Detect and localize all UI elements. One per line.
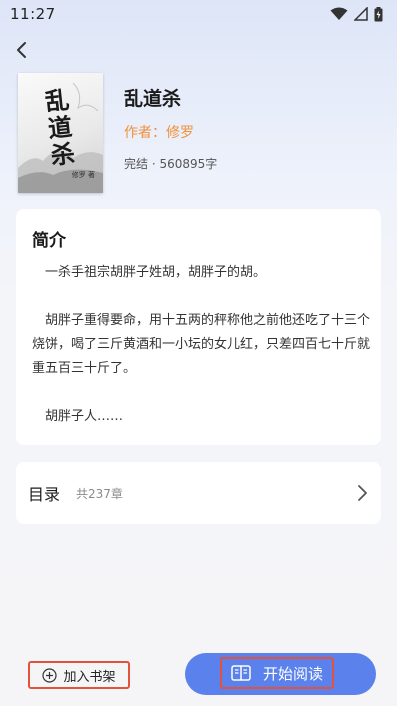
signal-icon: [354, 7, 368, 21]
status-time: 11:27: [10, 5, 56, 23]
plus-circle-icon: [42, 667, 58, 683]
intro-paragraph: 胡胖子人……: [45, 409, 124, 424]
wifi-icon: [330, 7, 348, 20]
add-to-shelf-label: 加入书架: [63, 669, 116, 685]
book-meta: 完结 · 560895字: [124, 157, 218, 171]
book-cover: 乱道杀 修罗 著: [18, 73, 103, 193]
book-open-icon: [231, 665, 251, 681]
intro-text: 一杀手祖宗胡胖子姓胡，胡胖子的胡。 胡胖子重得要命，用十五两的秤称他之前他还吃了…: [32, 261, 372, 429]
back-button[interactable]: [10, 38, 34, 62]
battery-icon: [374, 6, 383, 21]
book-title: 乱道杀: [124, 88, 182, 110]
start-reading-button[interactable]: 开始阅读: [185, 653, 376, 695]
bottom-bar: 加入书架 开始阅读: [0, 640, 397, 706]
status-icons: [330, 6, 383, 22]
toc-label: 目录: [28, 485, 61, 504]
toc-count: 共237章: [76, 486, 123, 501]
intro-card: 简介 一杀手祖宗胡胖子姓胡，胡胖子的胡。 胡胖子重得要命，用十五两的秤称他之前他…: [16, 209, 381, 445]
chevron-right-icon: [358, 485, 367, 501]
cover-author: 修罗 著: [71, 171, 95, 179]
toc-row[interactable]: 目录 共237章: [16, 462, 381, 524]
intro-paragraph: 胡胖子重得要命，用十五两的秤称他之前他还吃了十三个烧饼，喝了三斤黄酒和一小坛的女…: [32, 313, 371, 376]
intro-paragraph: 一杀手祖宗胡胖子姓胡，胡胖子的胡。: [45, 265, 267, 280]
cover-title: 乱道杀: [43, 84, 77, 171]
intro-heading: 简介: [32, 231, 66, 251]
book-author[interactable]: 作者：修罗: [124, 122, 194, 142]
status-bar: 11:27: [0, 0, 397, 28]
start-reading-label: 开始阅读: [262, 664, 323, 683]
add-to-shelf-button[interactable]: 加入书架: [28, 661, 130, 689]
start-reading-inner: 开始阅读: [220, 657, 334, 689]
